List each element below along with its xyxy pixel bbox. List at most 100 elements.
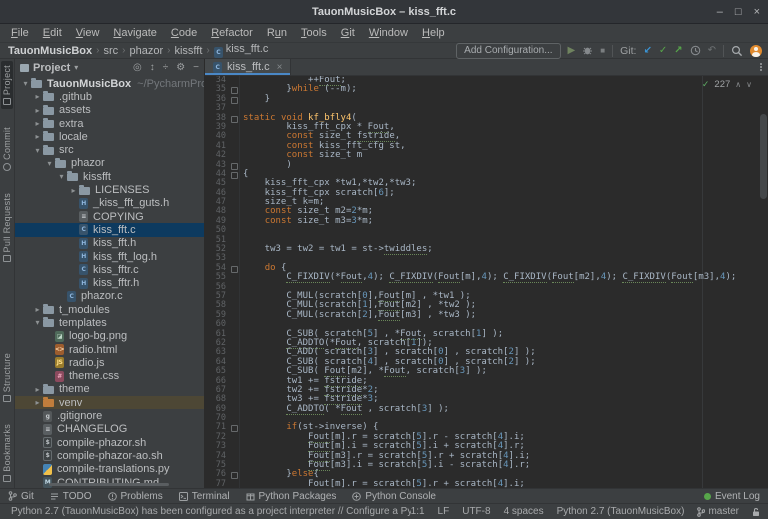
interpreter-widget[interactable]: Python 2.7 (TauonMusicBox) [557, 506, 685, 517]
tool-window-button-todo[interactable]: TODO [50, 491, 92, 502]
locate-icon[interactable]: ◎ [133, 62, 142, 73]
stop-icon[interactable]: ■ [600, 44, 605, 58]
tree-item-templates[interactable]: ▾templates [15, 316, 204, 329]
line-separator-widget[interactable]: LF [438, 506, 450, 517]
hide-panel-icon[interactable]: − [193, 62, 199, 73]
tab-options-icon[interactable] [760, 63, 762, 71]
fold-marker-icon[interactable] [229, 264, 240, 273]
tree-item-t-modules[interactable]: ▸t_modules [15, 303, 204, 316]
run-icon[interactable]: ▶ [568, 44, 576, 58]
tool-window-button-python-packages[interactable]: Python Packages [246, 491, 337, 502]
stripe-button-bookmarks[interactable]: Bookmarks [1, 420, 13, 486]
tree-item-compile-phazor-sh[interactable]: $compile-phazor.sh [15, 436, 204, 449]
tree-item-locale[interactable]: ▸locale [15, 130, 204, 143]
tree-item-github[interactable]: ▸.github [15, 90, 204, 103]
search-everywhere-icon[interactable] [731, 45, 743, 57]
tree-item-contributing-md[interactable]: MCONTRIBUTING.md [15, 476, 204, 488]
tree-item-gitignore[interactable]: g.gitignore [15, 409, 204, 422]
tree-item-kiss-fftr-c[interactable]: Ckiss_fftr.c [15, 263, 204, 276]
chevron-right-icon[interactable]: ▸ [32, 92, 43, 101]
minimize-button[interactable]: – [717, 0, 723, 24]
chevron-right-icon[interactable]: ▸ [32, 119, 43, 128]
chevron-right-icon[interactable]: ▸ [32, 106, 43, 115]
editor-vscrollbar[interactable] [760, 114, 767, 199]
git-branch-widget[interactable]: master [697, 506, 739, 517]
tab-close-icon[interactable]: × [277, 62, 283, 73]
chevron-right-icon[interactable]: ▸ [32, 398, 43, 407]
chevron-down-icon[interactable]: ▾ [44, 159, 55, 168]
tree-item-extra[interactable]: ▸extra [15, 117, 204, 130]
breadcrumb-item-phazor[interactable]: phazor [130, 45, 164, 57]
tool-window-button-terminal[interactable]: Terminal [179, 491, 230, 502]
chevron-down-icon[interactable]: ▾ [32, 146, 43, 155]
fold-marker-icon[interactable] [229, 85, 240, 94]
next-problem-icon[interactable]: ∨ [746, 80, 752, 89]
menu-item-run[interactable]: Run [260, 24, 294, 43]
fold-marker-icon[interactable] [229, 95, 240, 104]
chevron-right-icon[interactable]: ▸ [32, 132, 43, 141]
menu-item-window[interactable]: Window [362, 24, 415, 43]
tree-item-theme-css[interactable]: #theme.css [15, 370, 204, 383]
breadcrumb-item-kissfft[interactable]: kissfft [174, 45, 202, 57]
tab-kiss-fft-c[interactable]: C kiss_fft.c × [205, 59, 291, 75]
add-configuration-button[interactable]: Add Configuration... [456, 43, 560, 59]
chevron-down-icon[interactable]: ▾ [32, 318, 43, 327]
tool-window-button-git[interactable]: Git [8, 491, 34, 502]
stripe-button-project[interactable]: Project [1, 61, 13, 109]
project-hscrollbar[interactable] [49, 483, 169, 486]
tree-item-kissfft[interactable]: ▾kissfft [15, 170, 204, 183]
tree-item-compile-phazor-ao-sh[interactable]: $compile-phazor-ao.sh [15, 449, 204, 462]
menu-item-help[interactable]: Help [415, 24, 452, 43]
breadcrumb-item-tauonmusicbox[interactable]: TauonMusicBox [8, 45, 92, 57]
encoding-widget[interactable]: UTF-8 [462, 506, 490, 517]
menu-item-file[interactable]: File [4, 24, 36, 43]
tree-item-kiss-fft-h[interactable]: Hkiss_fft.h [15, 237, 204, 250]
menu-item-tools[interactable]: Tools [294, 24, 334, 43]
fold-marker-icon[interactable] [229, 423, 240, 432]
menu-item-view[interactable]: View [69, 24, 107, 43]
tree-item-src[interactable]: ▾src [15, 143, 204, 156]
inspections-widget[interactable]: ✓ 227 ∧ ∨ [702, 79, 752, 90]
fold-marker-icon[interactable] [229, 170, 240, 179]
menu-item-navigate[interactable]: Navigate [106, 24, 163, 43]
caret-position-widget[interactable]: 1:1 [411, 506, 425, 517]
tree-item-theme[interactable]: ▸theme [15, 383, 204, 396]
tree-item-assets[interactable]: ▸assets [15, 104, 204, 117]
tree-item-radio-js[interactable]: JSradio.js [15, 356, 204, 369]
git-update-icon[interactable]: ↙ [643, 44, 651, 58]
maximize-button[interactable]: □ [735, 0, 742, 24]
status-message-area[interactable]: Python 2.7 (TauonMusicBox) has been conf… [6, 506, 411, 517]
fold-marker-icon[interactable] [229, 161, 240, 170]
settings-gear-icon[interactable]: ⚙ [176, 62, 185, 73]
git-history-icon[interactable] [690, 45, 701, 56]
prev-problem-icon[interactable]: ∧ [735, 80, 741, 89]
tree-item-compile-translations-py[interactable]: compile-translations.py [15, 463, 204, 476]
tree-item-kiss-fft-guts-h[interactable]: H_kiss_fft_guts.h [15, 197, 204, 210]
breadcrumb-item-kiss-fft-c[interactable]: Ckiss_fft.c [214, 43, 269, 58]
stripe-button-commit[interactable]: Commit [1, 123, 13, 175]
menu-item-refactor[interactable]: Refactor [204, 24, 260, 43]
collapse-all-icon[interactable]: ÷ [163, 62, 169, 73]
rollback-icon[interactable]: ↶ [708, 44, 716, 58]
stripe-button-structure[interactable]: Structure [1, 349, 13, 406]
indent-widget[interactable]: 4 spaces [504, 506, 544, 517]
line-number[interactable]: 77 [205, 480, 229, 488]
close-button[interactable]: × [754, 0, 760, 24]
chevron-down-icon[interactable]: ▾ [20, 79, 31, 88]
project-view-selector[interactable]: Project ▾ [20, 62, 78, 74]
menu-item-git[interactable]: Git [334, 24, 362, 43]
chevron-right-icon[interactable]: ▸ [68, 186, 79, 195]
tree-item-phazor[interactable]: ▾phazor [15, 157, 204, 170]
tree-item-phazor-c[interactable]: Cphazor.c [15, 290, 204, 303]
tree-item-logo-bg-png[interactable]: ◪logo-bg.png [15, 330, 204, 343]
fold-marker-icon[interactable] [229, 114, 240, 123]
fold-marker-icon[interactable] [229, 470, 240, 479]
chevron-down-icon[interactable]: ▾ [56, 172, 67, 181]
tree-item-tauonmusicbox[interactable]: ▾TauonMusicBox~/PycharmProjects/Tauon [15, 77, 204, 90]
editor[interactable]: 34 ++Fout;35 }while (--m);36 }3738static… [205, 76, 768, 488]
git-commit-icon[interactable]: ✓ [659, 44, 667, 58]
tree-item-licenses[interactable]: ▸LICENSES [15, 183, 204, 196]
readonly-lock-icon[interactable] [752, 507, 760, 517]
tree-item-kiss-fftr-h[interactable]: Hkiss_fftr.h [15, 276, 204, 289]
tree-item-kiss-fft-log-h[interactable]: Hkiss_fft_log.h [15, 250, 204, 263]
